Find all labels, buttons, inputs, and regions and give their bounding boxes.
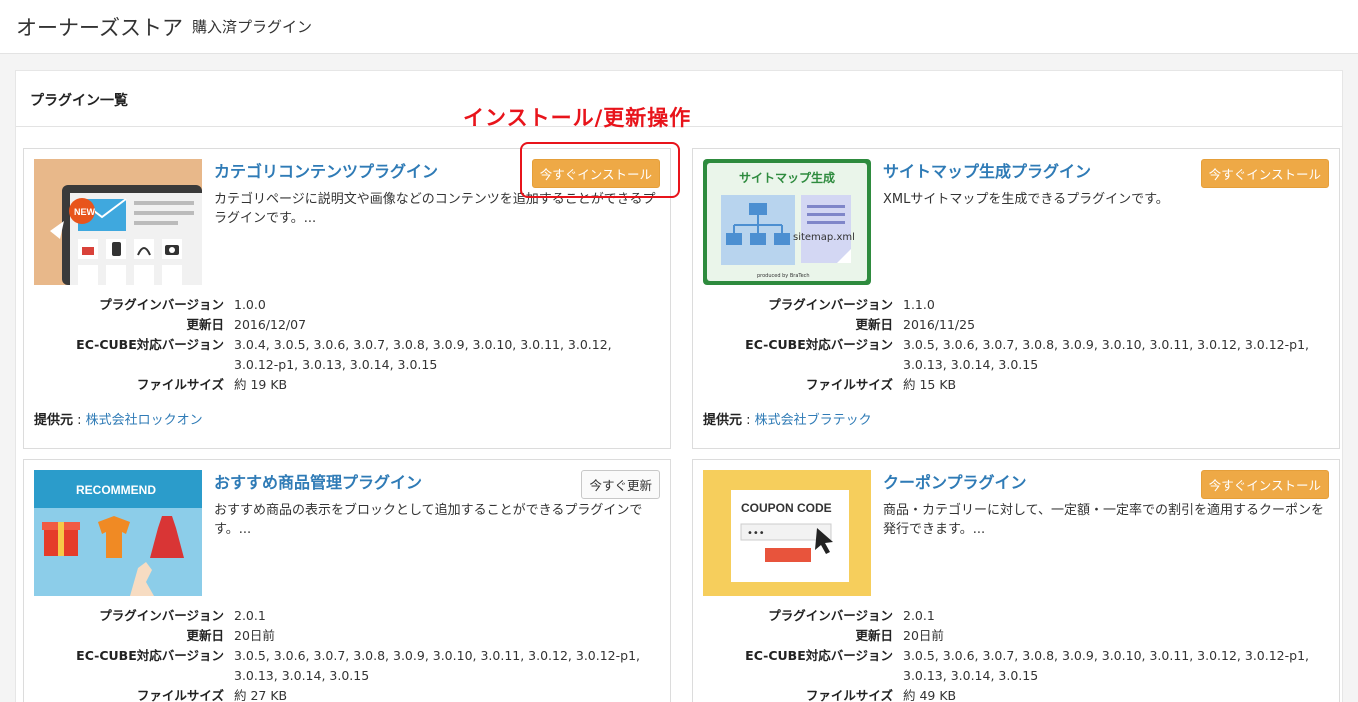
- coupon-thumb-heading: COUPON CODE: [741, 501, 832, 515]
- updated-label: 更新日: [855, 628, 893, 643]
- updated-label: 更新日: [855, 317, 893, 332]
- version-value: 2.0.1: [903, 608, 935, 623]
- plugin-card-recommend: RECOMMEND おすすめ商品管理プラグイン 今すぐ更新 おすすめ商品の表示を…: [23, 459, 671, 702]
- version-label: プラグインバージョン: [99, 608, 224, 623]
- version-value: 1.0.0: [234, 297, 266, 312]
- provider: 提供元 : 株式会社ブラテック: [703, 409, 872, 428]
- filesize-value: 約 27 KB: [234, 688, 288, 702]
- updated-value: 2016/11/25: [903, 317, 976, 332]
- compat-value: 3.0.5, 3.0.6, 3.0.7, 3.0.8, 3.0.9, 3.0.1…: [903, 648, 1310, 683]
- filesize-value: 約 15 KB: [903, 377, 957, 392]
- plugin-name-link[interactable]: おすすめ商品管理プラグイン: [214, 469, 422, 493]
- annotation-label: インストール/更新操作: [463, 106, 692, 130]
- svg-text:NEW: NEW: [74, 207, 96, 217]
- page-title: オーナーズストア: [16, 16, 183, 40]
- coupon-thumbnail: COUPON CODE •••: [703, 470, 871, 596]
- filesize-value: 約 19 KB: [234, 377, 288, 392]
- install-button[interactable]: 今すぐインストール: [1200, 470, 1329, 499]
- plugin-card-coupon: COUPON CODE ••• クーポンプラグイン 今すぐインストール 商品・カ…: [692, 459, 1340, 702]
- plugin-description: 商品・カテゴリーに対して、一定額・一定率での割引を適用するクーポンを発行できます…: [883, 503, 1324, 537]
- provider-separator: :: [742, 413, 755, 428]
- plugin-meta: プラグインバージョン 1.0.0 更新日 2016/12/07 EC-CUBE対応バ…: [34, 295, 662, 395]
- provider-link[interactable]: 株式会社ブラテック: [755, 413, 872, 428]
- version-value: 1.1.0: [903, 297, 935, 312]
- version-value: 2.0.1: [234, 608, 266, 623]
- plugin-name-link[interactable]: サイトマップ生成プラグイン: [883, 158, 1091, 182]
- compat-label: EC-CUBE対応バージョン: [745, 648, 893, 663]
- plugin-name-link[interactable]: カテゴリコンテンツプラグイン: [214, 158, 438, 182]
- updated-value: 2016/12/07: [234, 317, 307, 332]
- filesize-value: 約 49 KB: [903, 688, 957, 702]
- filesize-label: ファイルサイズ: [805, 688, 893, 702]
- updated-label: 更新日: [186, 317, 224, 332]
- plugin-meta: プラグインバージョン 2.0.1 更新日 20日前 EC-CUBE対応バージョン 3.…: [703, 606, 1331, 702]
- plugin-description: おすすめ商品の表示をブロックとして追加することができるプラグインです。...: [214, 503, 643, 537]
- panel-title: プラグイン一覧: [30, 93, 128, 109]
- filesize-label: ファイルサイズ: [136, 688, 224, 702]
- compat-label: EC-CUBE対応バージョン: [76, 337, 224, 352]
- provider-label: 提供元: [34, 413, 74, 428]
- compat-value: 3.0.5, 3.0.6, 3.0.7, 3.0.8, 3.0.9, 3.0.1…: [234, 648, 641, 683]
- compat-value: 3.0.5, 3.0.6, 3.0.7, 3.0.8, 3.0.9, 3.0.1…: [903, 337, 1310, 372]
- updated-value: 20日前: [234, 628, 275, 643]
- provider: 提供元 : 株式会社ロックオン: [34, 409, 203, 428]
- recommend-thumbnail: RECOMMEND: [34, 470, 202, 596]
- update-button[interactable]: 今すぐ更新: [581, 470, 660, 499]
- compat-label: EC-CUBE対応バージョン: [745, 337, 893, 352]
- filesize-label: ファイルサイズ: [805, 377, 893, 392]
- provider-link[interactable]: 株式会社ロックオン: [86, 413, 203, 428]
- sitemap-thumb-heading: サイトマップ生成: [739, 170, 835, 185]
- filesize-label: ファイルサイズ: [136, 377, 224, 392]
- sitemap-thumb-credit: produced by BraTech: [757, 273, 810, 279]
- version-label: プラグインバージョン: [768, 608, 893, 623]
- sitemap-thumbnail: サイトマップ生成 sitemap.xml produced by BraTech: [703, 159, 871, 285]
- updated-label: 更新日: [186, 628, 224, 643]
- updated-value: 20日前: [903, 628, 944, 643]
- plugin-card-sitemap: サイトマップ生成 sitemap.xml produced by BraTech…: [692, 148, 1340, 449]
- version-label: プラグインバージョン: [768, 297, 893, 312]
- install-button[interactable]: 今すぐインストール: [1200, 159, 1329, 188]
- version-label: プラグインバージョン: [99, 297, 224, 312]
- annotation-highlight-box: [520, 142, 680, 198]
- page-subtitle: 購入済プラグイン: [192, 18, 313, 36]
- compat-value: 3.0.4, 3.0.5, 3.0.6, 3.0.7, 3.0.8, 3.0.9…: [234, 337, 612, 372]
- plugin-name-link[interactable]: クーポンプラグイン: [883, 469, 1027, 493]
- sitemap-thumb-file: sitemap.xml: [793, 232, 855, 243]
- coupon-thumb-dots: •••: [747, 528, 765, 539]
- plugin-meta: プラグインバージョン 2.0.1 更新日 20日前 EC-CUBE対応バージョン 3.…: [34, 606, 662, 702]
- recommend-thumb-heading: RECOMMEND: [76, 483, 156, 497]
- plugin-description: XMLサイトマップを生成できるプラグインです。: [883, 192, 1169, 207]
- plugin-meta: プラグインバージョン 1.1.0 更新日 2016/11/25 EC-CUBE対応バ…: [703, 295, 1331, 395]
- provider-label: 提供元: [703, 413, 743, 428]
- top-bar: オーナーズストア 購入済プラグイン: [0, 0, 1358, 54]
- category-contents-thumbnail: NEW: [34, 159, 202, 285]
- compat-label: EC-CUBE対応バージョン: [76, 648, 224, 663]
- provider-separator: :: [73, 413, 86, 428]
